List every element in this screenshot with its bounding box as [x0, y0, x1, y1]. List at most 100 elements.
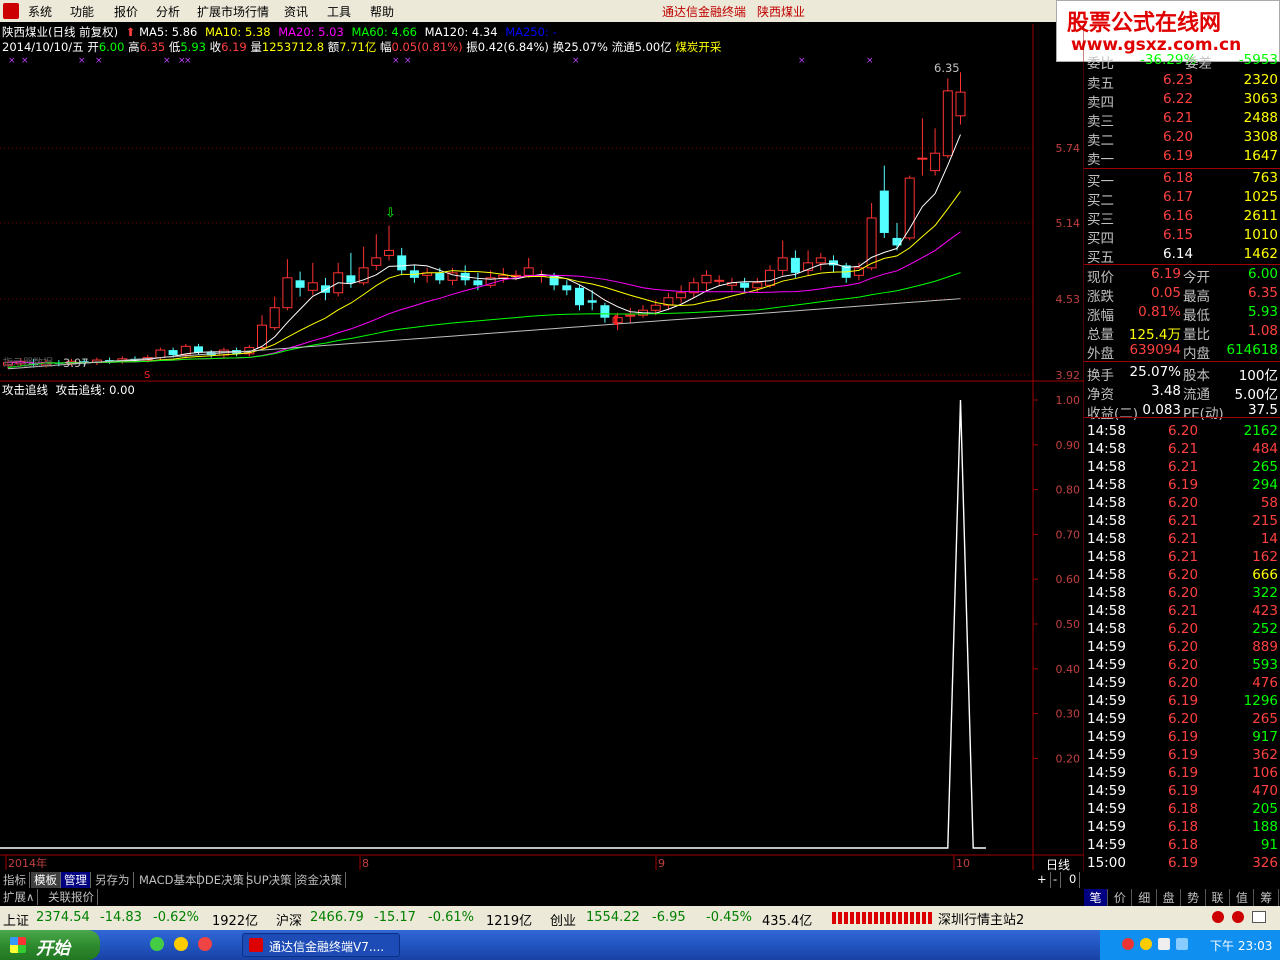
ask-row: 卖四 6.22 3063 — [1084, 91, 1280, 111]
right-tab-4[interactable]: 势 — [1182, 889, 1206, 906]
ask-price: 6.21 — [1163, 110, 1194, 126]
ask-label: 卖五 — [1087, 76, 1114, 92]
quote-value-2: 614618 — [1226, 342, 1278, 358]
quote-value: 6.19 — [1150, 266, 1181, 282]
sz-index-pct: -0.61% — [428, 910, 474, 925]
tick-volume: 215 — [1252, 513, 1278, 529]
tick-price: 6.21 — [1168, 549, 1199, 565]
date-tick-label: 9 — [658, 857, 665, 870]
bid-row: 买五 6.14 1462 — [1084, 246, 1280, 266]
ma-line-ma10 — [7, 191, 961, 364]
price-tick-label: 5.14 — [1056, 217, 1081, 230]
tick-price: 6.21 — [1168, 513, 1199, 529]
tick-volume: 666 — [1252, 567, 1278, 583]
right-tab-2[interactable]: 细 — [1133, 889, 1157, 906]
ask-price: 6.23 — [1163, 72, 1194, 88]
quote-label: 涨幅 — [1087, 308, 1114, 324]
zoom-reset-button[interactable]: 0 — [1066, 872, 1081, 888]
tick-volume: 188 — [1252, 819, 1278, 835]
ask-row: 卖一 6.19 1647 — [1084, 148, 1280, 168]
tick-price: 6.18 — [1168, 819, 1199, 835]
quicklaunch-icon-1[interactable] — [150, 937, 164, 951]
related-quote-button[interactable]: 关联报价 — [45, 889, 98, 905]
taskbar-window-button[interactable]: 通达信金融终端V7.... — [242, 933, 400, 957]
tick-time: 14:58 — [1087, 603, 1126, 619]
quote-value: 0.81% — [1138, 304, 1181, 320]
cy-index-value: 1554.22 — [586, 910, 640, 925]
tick-time: 15:00 — [1087, 855, 1126, 871]
bid-label: 买四 — [1087, 231, 1114, 247]
quote-value-2: 5.00亿 — [1234, 387, 1278, 403]
order-ratio-row: 委比 -36.29% 委差 -5953 — [1084, 52, 1280, 72]
ask-price: 6.20 — [1163, 129, 1194, 145]
alert-icon[interactable] — [1212, 911, 1224, 923]
right-tab-6[interactable]: 值 — [1230, 889, 1255, 906]
candle-body — [435, 272, 445, 281]
tab-save-as[interactable]: 另存为 — [92, 872, 134, 888]
candle-body — [397, 255, 407, 271]
right-tab-7[interactable]: 筹 — [1255, 889, 1279, 906]
tick-time: 14:59 — [1087, 639, 1126, 655]
tab-dde[interactable]: DDE决策 — [193, 872, 248, 888]
bid-price: 6.14 — [1163, 246, 1194, 262]
tick-volume: 58 — [1260, 495, 1278, 511]
candle-body — [917, 157, 928, 160]
indicator-header: 攻击追线 攻击追线: 0.00 — [2, 382, 135, 398]
candle-body — [790, 257, 800, 273]
tick-volume: 322 — [1252, 585, 1278, 601]
tab-sup[interactable]: SUP决策 — [243, 872, 296, 888]
tick-row: 14:58 6.21 162 — [1084, 549, 1280, 568]
event-marker-icon: × — [8, 56, 16, 66]
kline-chart[interactable]: ⇩⬆S× × × × × ×× × × × × × 5.745.144.533.921.000.90… — [0, 0, 1084, 872]
bid-price: 6.17 — [1163, 189, 1194, 205]
bid-label: 买三 — [1087, 212, 1114, 228]
quote-value: 3.48 — [1150, 383, 1181, 399]
quote-label-2: 内盘 — [1183, 346, 1210, 362]
ind-tick-label: 0.60 — [1056, 573, 1081, 586]
notice-icon[interactable] — [1252, 911, 1266, 923]
indicator-hint: 指示器数据 — [3, 358, 53, 369]
tab-template[interactable]: 模板 — [31, 872, 61, 888]
tab-indicator[interactable]: 指标 — [0, 872, 30, 888]
tray-icon-1[interactable] — [1122, 938, 1134, 950]
tab-macd[interactable]: MACD基本 — [136, 872, 201, 888]
quote-row: 净资 3.48 流通 5.00亿 — [1084, 383, 1280, 403]
zoom-in-button[interactable]: + — [1034, 872, 1051, 888]
candle-body — [740, 282, 750, 288]
tick-volume: 362 — [1252, 747, 1278, 763]
tick-row: 14:58 6.21 215 — [1084, 513, 1280, 532]
tab-fund[interactable]: 资金决策 — [293, 872, 346, 888]
right-tab-5[interactable]: 联 — [1206, 889, 1230, 906]
tick-volume: 294 — [1252, 477, 1278, 493]
quote-value: 125.4万 — [1128, 327, 1181, 343]
tab-manage[interactable]: 管理 — [61, 872, 91, 888]
tick-volume: 484 — [1252, 441, 1278, 457]
panel-divider — [1084, 168, 1280, 169]
tick-row: 14:59 6.19 362 — [1084, 747, 1280, 766]
right-tab-3[interactable]: 盘 — [1157, 889, 1182, 906]
zoom-out-button[interactable]: - — [1050, 872, 1062, 888]
ind-tick-label: 0.20 — [1056, 752, 1081, 765]
tick-volume: 917 — [1252, 729, 1278, 745]
panel-divider — [1084, 361, 1280, 362]
clock: 下午 23:03 — [1210, 939, 1273, 953]
quicklaunch-icon-3[interactable] — [198, 937, 212, 951]
right-tab-1[interactable]: 价 — [1108, 889, 1133, 906]
ext-expand-button[interactable]: 扩展∧ — [0, 889, 39, 905]
start-button[interactable]: 开始 — [0, 930, 100, 960]
tick-row: 14:58 6.20 666 — [1084, 567, 1280, 586]
quicklaunch-icon-2[interactable] — [174, 937, 188, 951]
tray-icon-2[interactable] — [1140, 938, 1152, 950]
tick-time: 14:58 — [1087, 495, 1126, 511]
quote-label-2: PE(动) — [1183, 406, 1224, 422]
event-marker-icon: × — [404, 56, 412, 66]
right-tab-0[interactable]: 笔 — [1084, 889, 1108, 906]
ask-price: 6.19 — [1163, 148, 1194, 164]
tray-icon-3[interactable] — [1158, 938, 1170, 950]
tray-icon-4[interactable] — [1176, 938, 1188, 950]
quote-label-2: 最高 — [1183, 289, 1210, 305]
ask-row: 卖五 6.23 2320 — [1084, 72, 1280, 92]
tick-row: 14:59 6.19 1296 — [1084, 693, 1280, 712]
record-icon[interactable] — [1232, 911, 1244, 923]
quote-value: 0.05 — [1150, 285, 1181, 301]
